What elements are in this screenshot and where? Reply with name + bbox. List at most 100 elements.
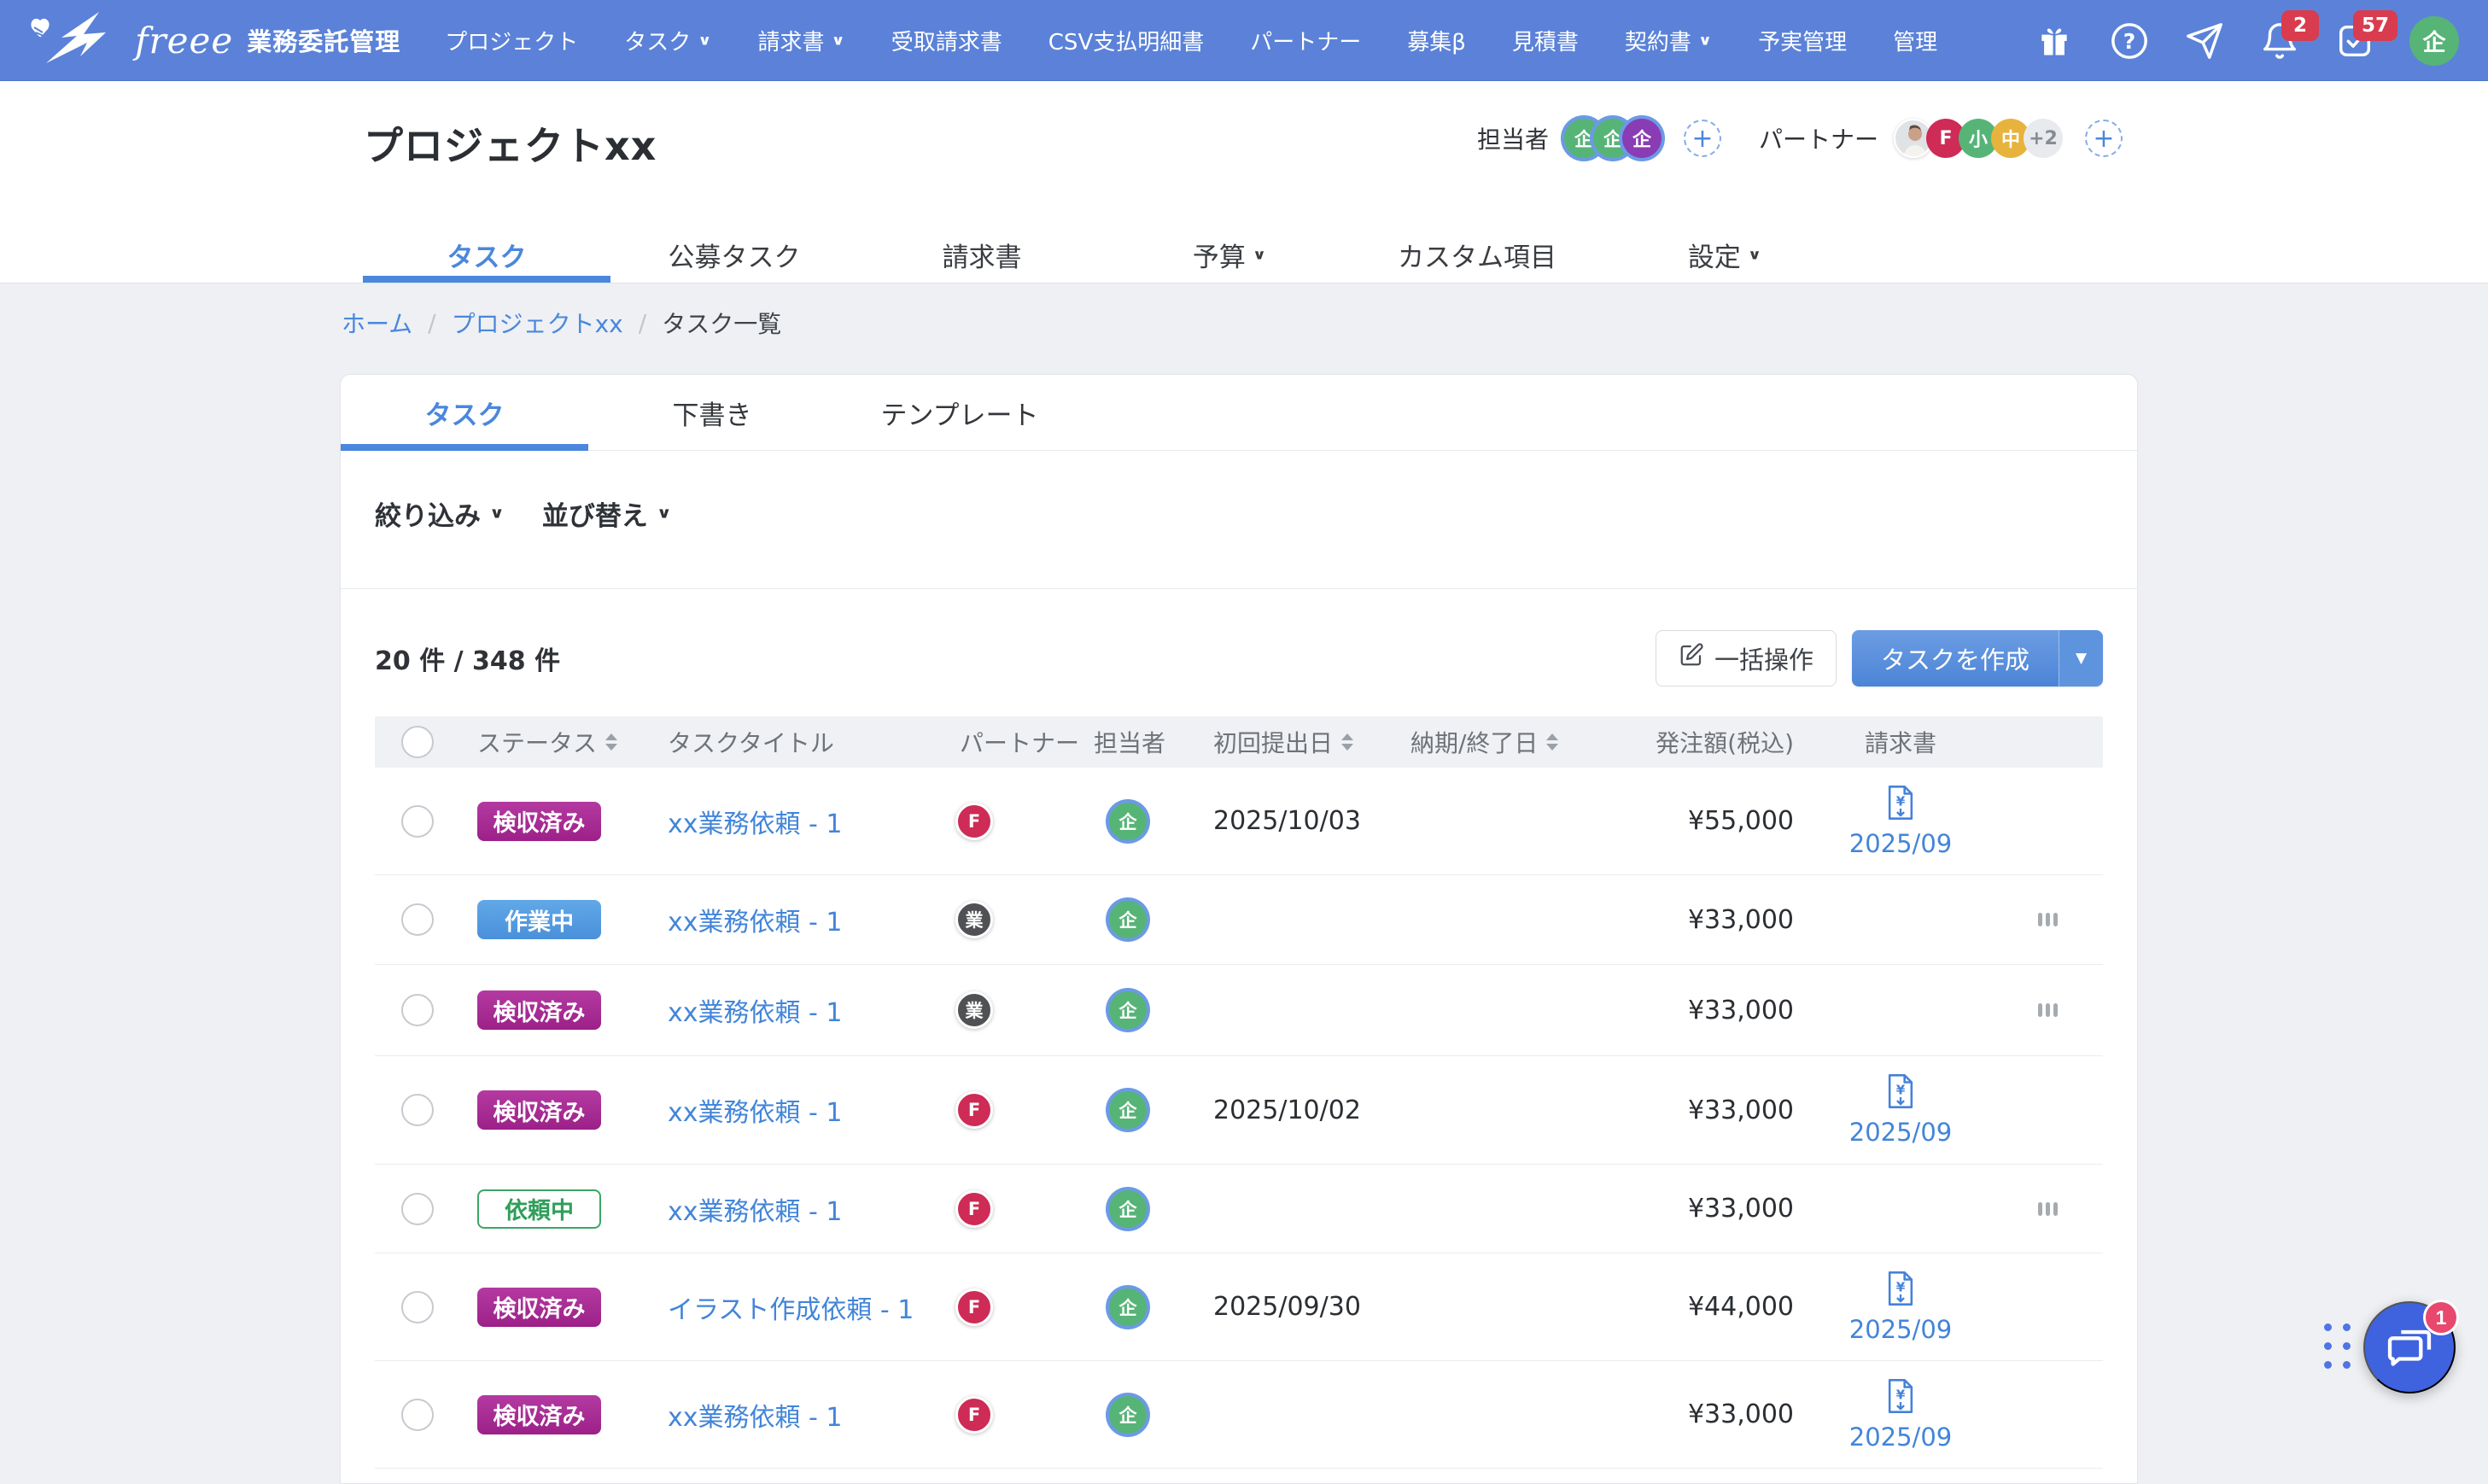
- tab-tasks[interactable]: タスク: [363, 226, 610, 283]
- order-amount: ¥33,000: [1623, 1194, 1811, 1224]
- sort-dropdown[interactable]: 並び替え∨: [542, 494, 672, 533]
- assignees-label: 担当者: [1477, 121, 1549, 155]
- more-ellipsis-icon[interactable]: [2033, 908, 2063, 932]
- breadcrumb-current: タスク一覧: [662, 306, 781, 340]
- add-partner-button[interactable]: +: [2085, 120, 2123, 157]
- status-badge: 検収済み: [477, 1288, 601, 1327]
- first-submit-date: 2025/09/30: [1196, 1292, 1393, 1322]
- freee-bird-logo-icon: [24, 7, 126, 73]
- help-icon[interactable]: ?: [2109, 20, 2150, 61]
- select-all-checkbox[interactable]: [401, 726, 434, 758]
- nav-item-tasks[interactable]: タスク∨: [624, 25, 711, 56]
- partner-avatar: F: [955, 1091, 993, 1129]
- row-checkbox[interactable]: [401, 805, 434, 838]
- assignee-avatar: 企: [1109, 1396, 1147, 1434]
- invoice-yen-icon[interactable]: ¥: [1886, 785, 1915, 824]
- add-assignee-button[interactable]: +: [1684, 120, 1721, 157]
- project-tabs: タスク 公募タスク 請求書 予算∨ カスタム項目 設定∨: [363, 226, 1848, 283]
- invoice-yen-icon[interactable]: ¥: [1886, 1073, 1915, 1113]
- create-task-button[interactable]: タスクを作成: [1852, 630, 2059, 686]
- task-title-link[interactable]: xx業務依頼 - 1: [668, 1396, 843, 1434]
- avatar-overflow-count[interactable]: +2: [2024, 119, 2063, 158]
- filter-dropdown[interactable]: 絞り込み∨: [375, 494, 505, 533]
- partner-avatar: F: [955, 1288, 993, 1326]
- sort-arrows-icon[interactable]: [605, 733, 617, 751]
- create-task-menu-button[interactable]: ▼: [2059, 630, 2103, 686]
- list-actions: 一括操作 タスクを作成 ▼: [1656, 630, 2103, 686]
- filter-row: 絞り込み∨ 並び替え∨: [375, 494, 672, 533]
- row-checkbox[interactable]: [401, 1399, 434, 1431]
- tab-settings[interactable]: 設定∨: [1601, 226, 1848, 283]
- partner-avatar: F: [955, 803, 993, 840]
- first-submit-date: 2025/10/02: [1196, 1095, 1393, 1125]
- tab-budget[interactable]: 予算∨: [1106, 226, 1353, 283]
- nav-item-recruiting[interactable]: 募集β: [1407, 25, 1466, 56]
- task-title-link[interactable]: xx業務依頼 - 1: [668, 901, 843, 938]
- header-due[interactable]: 納期/終了日: [1393, 725, 1623, 759]
- tab-public-tasks[interactable]: 公募タスク: [610, 226, 858, 283]
- order-amount: ¥55,000: [1623, 806, 1811, 836]
- row-checkbox[interactable]: [401, 1193, 434, 1225]
- invoice-yen-icon[interactable]: ¥: [1886, 1271, 1915, 1310]
- tasks-notification-badge: 57: [2353, 10, 2397, 41]
- nav-item-quotes[interactable]: 見積書: [1512, 25, 1579, 56]
- svg-text:¥: ¥: [1896, 1083, 1906, 1098]
- tab-custom-fields[interactable]: カスタム項目: [1353, 226, 1601, 283]
- bulk-action-button[interactable]: 一括操作: [1656, 630, 1837, 686]
- row-checkbox[interactable]: [401, 903, 434, 936]
- people-summary: 担当者 企 企 企 + パートナー F 小 中 +2 +: [1477, 119, 2123, 158]
- task-title-link[interactable]: xx業務依頼 - 1: [668, 1091, 843, 1129]
- brand[interactable]: freee 業務委託管理: [24, 7, 400, 73]
- user-avatar[interactable]: 企: [2409, 16, 2459, 66]
- sort-arrows-icon[interactable]: [1341, 733, 1353, 751]
- status-badge: 検収済み: [477, 1090, 601, 1130]
- first-submit-date: 2025/10/03: [1196, 806, 1393, 836]
- invoice-month-link[interactable]: 2025/09: [1849, 1423, 1952, 1452]
- sort-arrows-icon[interactable]: [1546, 733, 1558, 751]
- bell-icon[interactable]: 2: [2259, 20, 2300, 61]
- nav-item-invoices[interactable]: 請求書∨: [758, 25, 845, 56]
- task-title-link[interactable]: xx業務依頼 - 1: [668, 1190, 843, 1228]
- task-title-link[interactable]: イラスト作成依頼 - 1: [668, 1288, 914, 1326]
- nav-item-csv-statements[interactable]: CSV支払明細書: [1048, 25, 1204, 56]
- breadcrumb-home[interactable]: ホーム: [342, 306, 412, 340]
- nav-item-partners[interactable]: パートナー: [1250, 25, 1361, 56]
- table-header: ステータス タスクタイトル パートナー 担当者 初回提出日 納期/終了日 発注額…: [375, 716, 2103, 768]
- row-checkbox[interactable]: [401, 1094, 434, 1126]
- partner-avatar: 業: [955, 991, 993, 1029]
- tasks-check-icon[interactable]: 57: [2334, 20, 2375, 61]
- header-first-submit[interactable]: 初回提出日: [1196, 725, 1393, 759]
- row-checkbox[interactable]: [401, 994, 434, 1026]
- order-amount: ¥33,000: [1623, 1399, 1811, 1429]
- nav-item-contracts[interactable]: 契約書∨: [1625, 25, 1712, 56]
- tab-invoices[interactable]: 請求書: [858, 226, 1106, 283]
- task-list-tabs: タスク 下書き テンプレート: [341, 375, 2137, 451]
- invoice-month-link[interactable]: 2025/09: [1849, 1118, 1952, 1147]
- nav-item-admin[interactable]: 管理: [1893, 25, 1937, 56]
- partners-group: パートナー F 小 中 +2 +: [1759, 119, 2123, 158]
- drag-handle-dots[interactable]: [2324, 1323, 2351, 1369]
- row-checkbox[interactable]: [401, 1291, 434, 1323]
- tab-task-list[interactable]: タスク: [341, 375, 588, 450]
- chat-button[interactable]: 1: [2363, 1301, 2456, 1393]
- task-title-link[interactable]: xx業務依頼 - 1: [668, 991, 843, 1029]
- breadcrumb-project[interactable]: プロジェクトxx: [452, 306, 623, 340]
- header-status[interactable]: ステータス: [460, 725, 651, 759]
- tab-drafts[interactable]: 下書き: [588, 375, 836, 450]
- more-ellipsis-icon[interactable]: [2033, 1197, 2063, 1221]
- nav-item-received-invoices[interactable]: 受取請求書: [891, 25, 1002, 56]
- task-title-link[interactable]: xx業務依頼 - 1: [668, 803, 843, 840]
- gift-icon[interactable]: [2034, 20, 2075, 61]
- invoice-yen-icon[interactable]: ¥: [1886, 1378, 1915, 1417]
- more-ellipsis-icon[interactable]: [2033, 998, 2063, 1022]
- partner-avatar: F: [955, 1190, 993, 1228]
- invoice-month-link[interactable]: 2025/09: [1849, 829, 1952, 858]
- header-amount: 発注額(税込): [1623, 725, 1811, 759]
- table-row: 検収済み xx業務依頼 - 1 F 企 2025/10/03 ¥55,000 ¥…: [375, 768, 2103, 875]
- header-task-title: タスクタイトル: [651, 725, 943, 759]
- send-icon[interactable]: [2184, 20, 2225, 61]
- nav-item-projects[interactable]: プロジェクト: [445, 25, 578, 56]
- invoice-month-link[interactable]: 2025/09: [1849, 1315, 1952, 1344]
- nav-item-budget-management[interactable]: 予実管理: [1758, 25, 1847, 56]
- tab-templates[interactable]: テンプレート: [836, 375, 1083, 450]
